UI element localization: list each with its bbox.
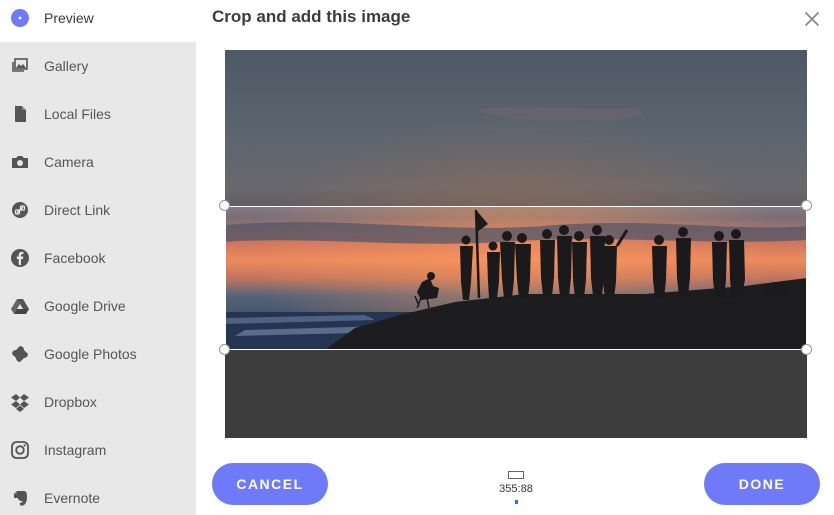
camera-icon	[10, 152, 30, 172]
sidebar-item-label: Dropbox	[44, 394, 97, 410]
sidebar-item-google-photos[interactable]: Google Photos	[0, 330, 196, 378]
crop-handle-top-left[interactable]	[219, 200, 230, 211]
done-button[interactable]: DONE	[704, 463, 820, 505]
link-icon	[10, 200, 30, 220]
dropbox-icon	[10, 392, 30, 412]
sidebar-item-label: Local Files	[44, 106, 111, 122]
aspect-ratio-option[interactable]: 355:88	[486, 471, 546, 504]
page-title: Crop and add this image	[212, 7, 411, 26]
sidebar-item-label: Evernote	[44, 490, 101, 506]
sidebar-item-dropbox[interactable]: Dropbox	[0, 378, 196, 426]
preview-icon	[10, 8, 30, 28]
sidebar-item-label: Direct Link	[44, 202, 111, 218]
sidebar-item-label: Preview	[44, 10, 94, 26]
sidebar-item-google-drive[interactable]: Google Drive	[0, 282, 196, 330]
sidebar-item-camera[interactable]: Camera	[0, 138, 196, 186]
sidebar-item-label: Google Photos	[44, 346, 137, 362]
sidebar-item-label: Instagram	[44, 442, 107, 458]
sidebar-item-label: Camera	[44, 154, 94, 170]
aspect-ratio-icon	[508, 471, 524, 479]
aspect-ratio-selected-indicator	[514, 500, 518, 504]
cancel-button[interactable]: CANCEL	[212, 463, 328, 505]
file-icon	[10, 104, 30, 124]
sidebar-item-evernote[interactable]: Evernote	[0, 474, 196, 515]
crop-selection[interactable]	[225, 206, 807, 350]
crop-handle-bottom-left[interactable]	[219, 344, 230, 355]
facebook-icon	[10, 248, 30, 268]
instagram-icon	[10, 440, 30, 460]
crop-handle-bottom-right[interactable]	[801, 344, 812, 355]
sidebar-item-label: Facebook	[44, 250, 106, 266]
sidebar-item-preview[interactable]: Preview	[0, 0, 196, 42]
gallery-icon	[10, 56, 30, 76]
crop-handle-top-right[interactable]	[801, 200, 812, 211]
sidebar-item-instagram[interactable]: Instagram	[0, 426, 196, 474]
sidebar: Preview Gallery Local Files Camera Direc…	[0, 0, 196, 515]
sidebar-item-gallery[interactable]: Gallery	[0, 42, 196, 90]
crop-mask-bottom	[225, 350, 807, 438]
google-drive-icon	[10, 296, 30, 316]
sidebar-item-label: Gallery	[44, 58, 89, 74]
crop-mask-top	[225, 50, 807, 206]
sidebar-item-local-files[interactable]: Local Files	[0, 90, 196, 138]
evernote-icon	[10, 488, 30, 508]
google-photos-icon	[10, 344, 30, 364]
sidebar-item-label: Google Drive	[44, 298, 126, 314]
sidebar-item-direct-link[interactable]: Direct Link	[0, 186, 196, 234]
sidebar-item-facebook[interactable]: Facebook	[0, 234, 196, 282]
aspect-ratio-label: 355:88	[499, 483, 533, 495]
close-icon[interactable]	[803, 10, 821, 28]
